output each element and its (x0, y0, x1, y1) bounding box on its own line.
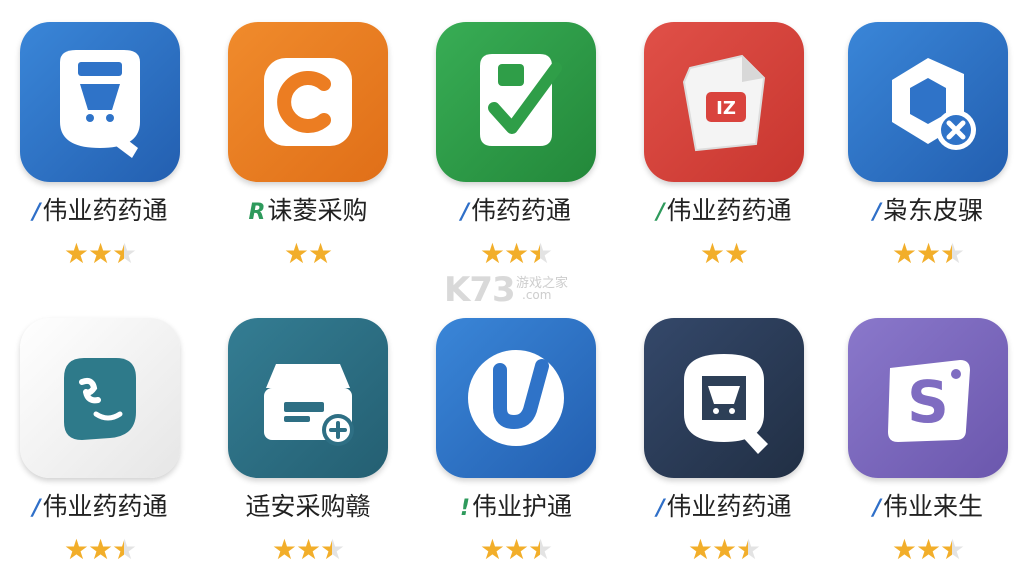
app-name[interactable]: /伟业药药通 (624, 490, 824, 526)
half-star-icon: ★ (940, 533, 965, 566)
q-plus-icon[interactable] (848, 22, 1008, 182)
app-brand-mark: / (656, 496, 665, 521)
star-icon: ★ (63, 237, 89, 270)
cube-tag-icon[interactable]: IZ (644, 22, 804, 182)
half-star-icon: ★ (528, 237, 553, 270)
rating-stars: ★★★ (624, 534, 824, 566)
star-icon: ★ (711, 533, 737, 566)
app-card[interactable]: 适安采购赣 ★★★ (208, 296, 408, 566)
app-name[interactable]: /枭东皮骒 (828, 194, 1024, 230)
star-icon: ★ (891, 237, 917, 270)
star-icon: ★ (87, 237, 113, 270)
star-icon: ★ (915, 533, 941, 566)
app-card[interactable]: !伟业护通 ★★★ (416, 296, 616, 566)
app-name-text: 伟业药药通 (42, 492, 168, 521)
app-brand-mark: R (248, 200, 266, 225)
app-brand-mark: ! (459, 496, 471, 521)
app-card[interactable]: R诔菱采购 ★★ (208, 0, 408, 270)
app-card[interactable]: /伟业药药通 ★★★ (0, 296, 200, 566)
u-check-icon[interactable] (436, 318, 596, 478)
app-name-text: 伟业护通 (472, 492, 573, 521)
rating-stars: ★★★ (0, 238, 200, 270)
app-card[interactable]: /枭东皮骒 ★★★ (828, 0, 1024, 270)
speech-face-icon[interactable] (20, 318, 180, 478)
app-brand-mark: / (32, 496, 41, 521)
half-star-icon: ★ (736, 533, 761, 566)
app-name-text: 伟业来生 (883, 492, 984, 521)
star-icon: ★ (915, 237, 941, 270)
app-name[interactable]: /伟业药药通 (624, 194, 824, 230)
app-card[interactable]: /伟业药药通 ★★★ (624, 296, 824, 566)
star-icon: ★ (724, 237, 749, 270)
star-icon: ★ (295, 533, 321, 566)
app-brand-mark: / (32, 200, 41, 225)
star-icon: ★ (503, 237, 529, 270)
star-icon: ★ (283, 237, 309, 270)
half-star-icon: ★ (940, 237, 965, 270)
app-name[interactable]: /伟业来生 (828, 490, 1024, 526)
half-star-icon: ★ (112, 533, 137, 566)
rating-stars: ★★ (208, 238, 408, 270)
rating-stars: ★★★ (416, 238, 616, 270)
app-card[interactable]: /伟药药通 ★★★ (416, 0, 616, 270)
app-card[interactable]: S /伟业来生 ★★★ (828, 296, 1024, 566)
rating-stars: ★★ (624, 238, 824, 270)
star-icon: ★ (479, 533, 505, 566)
app-name-text: 适安采购赣 (245, 492, 371, 521)
app-name[interactable]: !伟业护通 (416, 490, 616, 526)
rating-stars: ★★★ (416, 534, 616, 566)
app-brand-mark: / (656, 200, 665, 225)
bag-check-icon[interactable] (436, 22, 596, 182)
app-name[interactable]: /伟业药药通 (0, 490, 200, 526)
star-icon: ★ (271, 533, 297, 566)
app-name[interactable]: /伟业药药通 (0, 194, 200, 230)
app-name-text: 伟药药通 (471, 196, 572, 225)
star-icon: ★ (63, 533, 89, 566)
app-name-text: 枭东皮骒 (883, 196, 984, 225)
app-name[interactable]: 适安采购赣 (208, 490, 408, 524)
rating-stars: ★★★ (828, 238, 1024, 270)
app-name[interactable]: /伟药药通 (416, 194, 616, 230)
star-icon: ★ (687, 533, 713, 566)
app-name[interactable]: R诔菱采购 (208, 194, 408, 230)
watermark: K73 游戏之家 .com (444, 270, 594, 310)
app-name-text: 伟业药药通 (666, 196, 792, 225)
c-letter-icon[interactable] (228, 22, 388, 182)
app-brand-mark: / (872, 200, 882, 225)
half-star-icon: ★ (112, 237, 137, 270)
star-icon: ★ (479, 237, 505, 270)
star-icon: ★ (891, 533, 917, 566)
rating-stars: ★★★ (828, 534, 1024, 566)
watermark-domain: .com (522, 288, 552, 302)
app-brand-mark: / (872, 496, 882, 521)
app-name-text: 诔菱采购 (267, 196, 368, 225)
svg-text:S: S (907, 368, 949, 436)
q-bag-icon[interactable] (20, 22, 180, 182)
rating-stars: ★★★ (208, 534, 408, 566)
app-brand-mark: / (460, 200, 470, 225)
app-name-text: 伟业药药通 (666, 492, 792, 521)
half-star-icon: ★ (528, 533, 553, 566)
star-icon: ★ (503, 533, 529, 566)
app-card[interactable]: /伟业药药通 ★★★ (0, 0, 200, 270)
star-icon: ★ (699, 237, 725, 270)
app-card[interactable]: IZ /伟业药药通 ★★ (624, 0, 824, 270)
rating-stars: ★★★ (0, 534, 200, 566)
half-star-icon: ★ (320, 533, 345, 566)
svg-text:IZ: IZ (716, 98, 736, 119)
star-icon: ★ (87, 533, 113, 566)
star-icon: ★ (308, 237, 333, 270)
printer-plus-icon[interactable] (228, 318, 388, 478)
watermark-logo: K73 (444, 270, 516, 310)
q-cart-icon[interactable] (644, 318, 804, 478)
app-name-text: 伟业药药通 (42, 196, 168, 225)
s-letter-icon[interactable]: S (848, 318, 1008, 478)
